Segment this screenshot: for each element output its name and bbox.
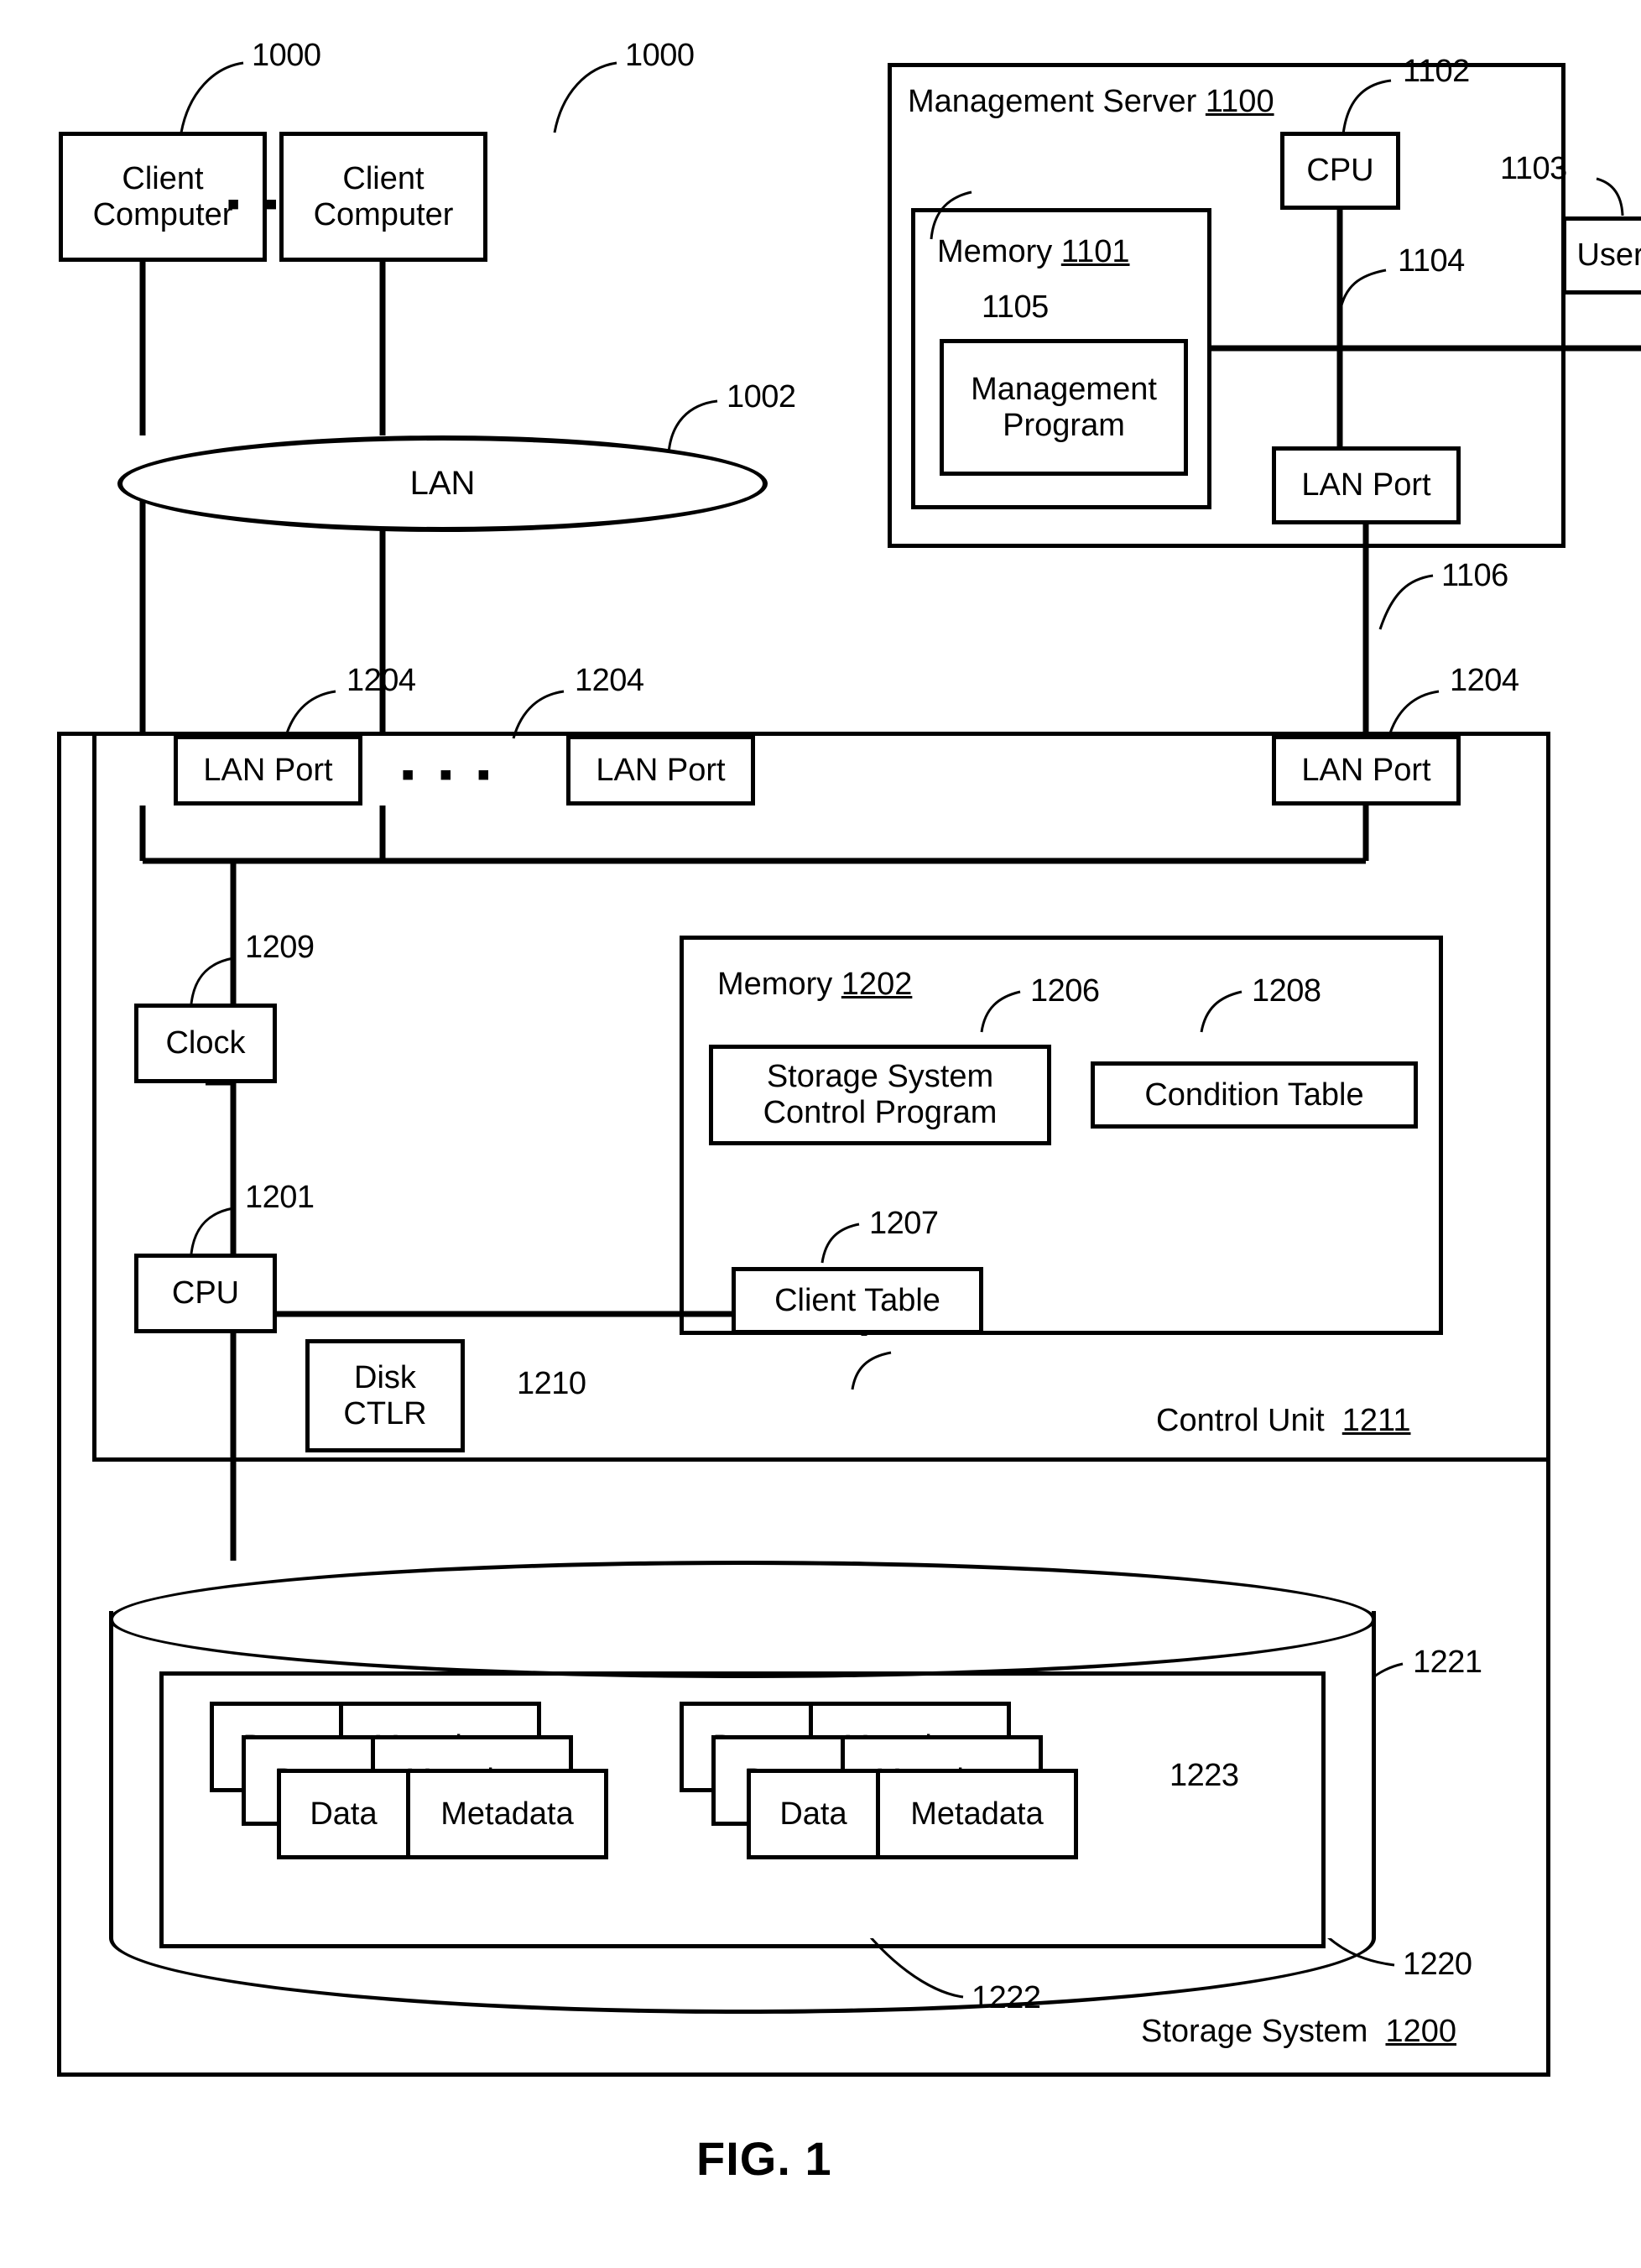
client-computer-left-line1: Client xyxy=(122,160,204,196)
data-object-left-front: Data Metadata xyxy=(277,1769,608,1859)
leader-1000-left xyxy=(180,61,244,133)
storage-system-title-text: Storage System xyxy=(1141,2014,1368,2049)
ref-1222: 1222 xyxy=(972,1980,1041,2015)
client-table-box: Client Table xyxy=(732,1267,983,1334)
ms-lan-port-box: LAN Port xyxy=(1272,446,1461,524)
ms-user-if-label: User I/F xyxy=(1576,237,1641,274)
storage-lan-port-1-label: LAN Port xyxy=(203,752,333,788)
ref-1201: 1201 xyxy=(245,1180,315,1215)
ref-1206: 1206 xyxy=(1030,973,1100,1009)
ref-1208: 1208 xyxy=(1252,973,1321,1009)
leader-1103 xyxy=(1596,177,1624,216)
storage-lan-port-3: LAN Port xyxy=(1272,735,1461,806)
ref-1002: 1002 xyxy=(727,379,796,414)
ref-1104: 1104 xyxy=(1398,243,1465,279)
storage-system-title: Storage System 1200 xyxy=(1141,2014,1456,2050)
data-object-right-front: Data Metadata xyxy=(747,1769,1078,1859)
management-program-line2: Program xyxy=(1003,407,1125,443)
storage-control-program-line1: Storage System xyxy=(766,1059,994,1095)
metadata-label-left-front: Metadata xyxy=(440,1796,574,1832)
condition-table-box: Condition Table xyxy=(1091,1061,1418,1129)
clock-box: Clock xyxy=(134,1004,277,1083)
ref-1102: 1102 xyxy=(1403,54,1470,89)
client-computer-left-line2: Computer xyxy=(92,196,233,232)
ref-1210: 1210 xyxy=(517,1366,586,1401)
condition-table-label: Condition Table xyxy=(1144,1077,1364,1113)
ms-user-if-box: User I/F xyxy=(1562,216,1641,295)
storage-memory-title-text: Memory xyxy=(717,967,833,1002)
ref-1207: 1207 xyxy=(869,1206,939,1241)
client-computer-right-line2: Computer xyxy=(313,196,454,232)
ref-1000-right: 1000 xyxy=(625,38,695,73)
management-server-ref: 1100 xyxy=(1205,84,1274,119)
storage-lan-port-2-label: LAN Port xyxy=(596,752,726,788)
ref-1106: 1106 xyxy=(1441,558,1508,593)
control-unit-ref: 1211 xyxy=(1341,1403,1411,1438)
ref-1204-b: 1204 xyxy=(575,663,644,698)
ms-cpu-box: CPU xyxy=(1280,132,1400,210)
lan-label: LAN xyxy=(409,465,476,502)
ms-lan-port-label: LAN Port xyxy=(1301,467,1431,503)
figure-caption: FIG. 1 xyxy=(696,2132,832,2185)
disk-cylinder-top xyxy=(109,1561,1376,1678)
client-computer-right-line1: Client xyxy=(342,160,425,196)
storage-system-ref: 1200 xyxy=(1385,2014,1457,2049)
disk-ctlr-box: Disk CTLR xyxy=(305,1339,465,1452)
disk-ctlr-line1: Disk xyxy=(354,1359,416,1395)
figure-page: Client Computer 1000 ▪ ▪ ▪ Client Comput… xyxy=(0,0,1641,2268)
storage-lan-port-3-label: LAN Port xyxy=(1301,752,1431,788)
storage-lan-ports-ellipsis: ▪ ▪ ▪ xyxy=(401,752,498,795)
storage-cpu-box: CPU xyxy=(134,1254,277,1333)
management-server-title: Management Server 1100 xyxy=(908,84,1274,120)
ms-memory-ref: 1101 xyxy=(1060,234,1130,269)
ref-1105: 1105 xyxy=(982,289,1049,325)
storage-lan-port-2: LAN Port xyxy=(566,735,755,806)
ms-memory-title: Memory 1101 xyxy=(937,234,1130,270)
ref-1220: 1220 xyxy=(1403,1947,1472,1982)
ref-1223: 1223 xyxy=(1170,1758,1239,1793)
client-table-label: Client Table xyxy=(774,1282,940,1318)
management-program-line1: Management xyxy=(971,371,1157,407)
ref-1209: 1209 xyxy=(245,930,315,965)
ref-1221: 1221 xyxy=(1413,1645,1482,1680)
storage-memory-ref: 1202 xyxy=(841,967,913,1002)
data-label-left-front: Data xyxy=(281,1773,410,1855)
storage-memory-title: Memory 1202 xyxy=(717,967,912,1003)
lan-network: LAN xyxy=(117,435,768,532)
control-unit-title: Control Unit 1211 xyxy=(1156,1403,1410,1439)
storage-control-program-line2: Control Program xyxy=(763,1095,998,1130)
disk-ctlr-line2: CTLR xyxy=(343,1395,427,1431)
data-label-right-front: Data xyxy=(751,1773,880,1855)
management-server-title-text: Management Server xyxy=(908,84,1197,119)
client-computer-right: Client Computer xyxy=(279,132,487,262)
metadata-label-right-front: Metadata xyxy=(910,1796,1044,1832)
leader-1002 xyxy=(667,399,718,454)
ms-cpu-label: CPU xyxy=(1306,153,1374,189)
storage-control-program-box: Storage System Control Program xyxy=(709,1045,1051,1145)
ref-1000-left: 1000 xyxy=(252,38,321,73)
storage-cpu-label: CPU xyxy=(171,1275,240,1311)
ref-1103: 1103 xyxy=(1500,151,1567,186)
ref-1204-c: 1204 xyxy=(1450,663,1519,698)
leader-1106 xyxy=(1378,574,1434,630)
management-program-box: Management Program xyxy=(940,339,1188,476)
leader-1000-right xyxy=(553,61,617,133)
ms-memory-title-text: Memory xyxy=(937,234,1053,269)
storage-lan-port-1: LAN Port xyxy=(174,735,362,806)
ref-1204-a: 1204 xyxy=(346,663,416,698)
control-unit-title-text: Control Unit xyxy=(1156,1403,1325,1438)
clock-label: Clock xyxy=(165,1025,246,1061)
